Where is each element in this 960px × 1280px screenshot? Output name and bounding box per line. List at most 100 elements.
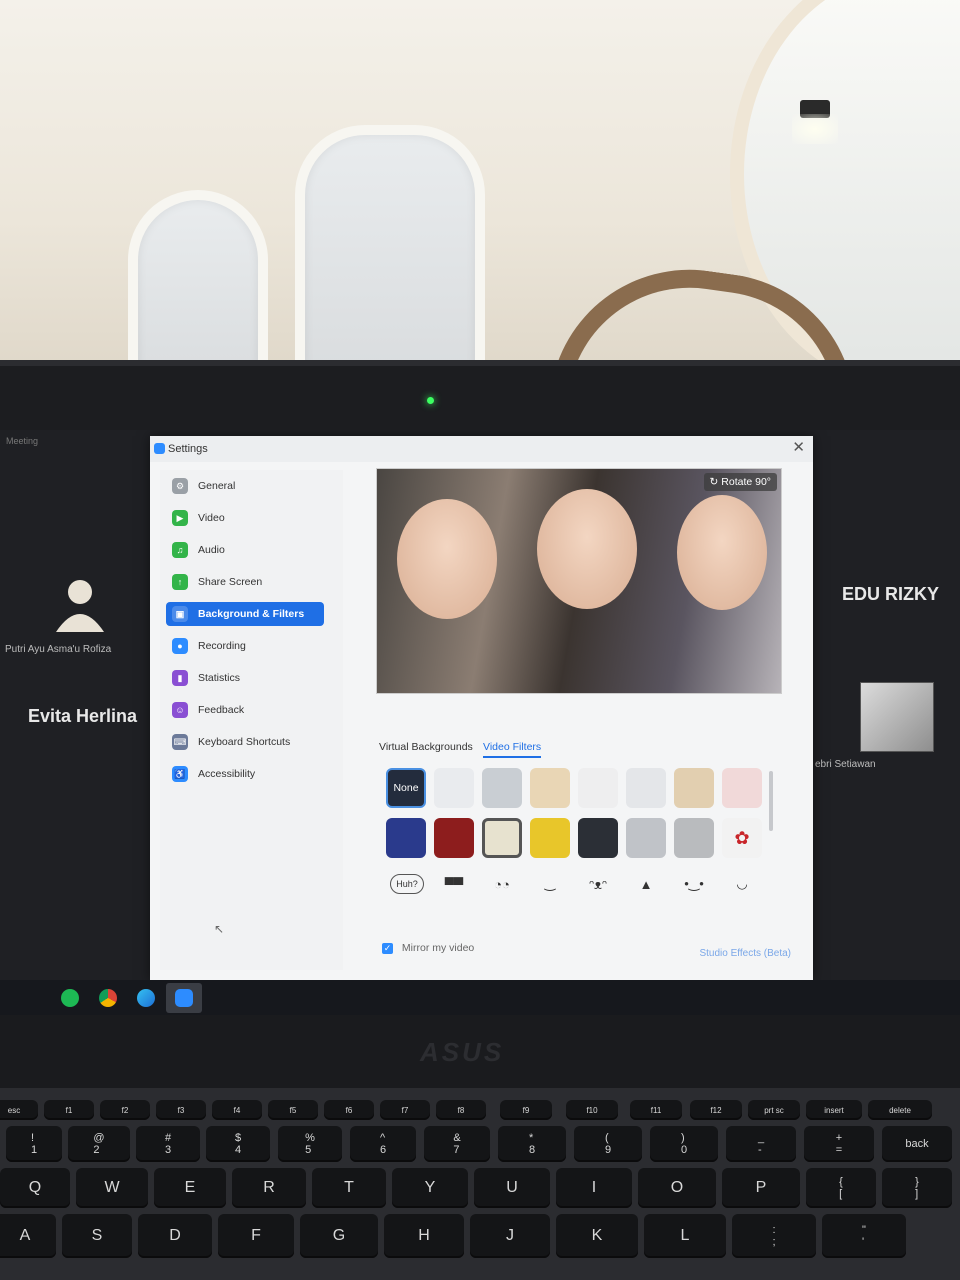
- key[interactable]: O: [638, 1168, 716, 1208]
- filter-none[interactable]: None: [386, 768, 426, 808]
- key[interactable]: f6: [324, 1100, 374, 1120]
- key[interactable]: @ 2: [68, 1126, 130, 1162]
- key[interactable]: I: [556, 1168, 632, 1208]
- person-background-icon: ▣: [172, 606, 188, 622]
- key[interactable]: { [: [806, 1168, 876, 1208]
- sidebar-item-share-screen[interactable]: ↑ Share Screen: [166, 570, 324, 594]
- key[interactable]: f8: [436, 1100, 486, 1120]
- filter-tile[interactable]: ✿: [722, 818, 762, 858]
- key[interactable]: P: [722, 1168, 800, 1208]
- key[interactable]: Q: [0, 1168, 70, 1208]
- taskbar-app-edge[interactable]: [128, 983, 164, 1013]
- key[interactable]: + =: [804, 1126, 874, 1162]
- key[interactable]: prt sc: [748, 1100, 800, 1120]
- sidebar-item-general[interactable]: ⚙ General: [166, 474, 324, 498]
- key[interactable]: delete: [868, 1100, 932, 1120]
- key[interactable]: H: [384, 1214, 464, 1258]
- sticker-face[interactable]: ◔◔: [486, 870, 518, 898]
- sidebar-item-keyboard-shortcuts[interactable]: ⌨ Keyboard Shortcuts: [166, 730, 324, 754]
- filter-tile[interactable]: [434, 818, 474, 858]
- filters-scrollbar[interactable]: [769, 771, 773, 831]
- key[interactable]: esc: [0, 1100, 38, 1120]
- key[interactable]: D: [138, 1214, 212, 1258]
- key[interactable]: ) 0: [650, 1126, 718, 1162]
- key[interactable]: ^ 6: [350, 1126, 416, 1162]
- filter-tile[interactable]: [386, 818, 426, 858]
- rotate-button[interactable]: ↻ Rotate 90°: [703, 473, 777, 491]
- filter-tile[interactable]: [674, 768, 714, 808]
- sticker-smile[interactable]: •‿•: [678, 870, 710, 898]
- key[interactable]: insert: [806, 1100, 862, 1120]
- key[interactable]: K: [556, 1214, 638, 1258]
- sidebar-item-recording[interactable]: ● Recording: [166, 634, 324, 658]
- close-icon[interactable]: ✕: [792, 438, 805, 456]
- key[interactable]: # 3: [136, 1126, 200, 1162]
- sidebar-item-label: Share Screen: [198, 576, 263, 588]
- key[interactable]: T: [312, 1168, 386, 1208]
- key[interactable]: E: [154, 1168, 226, 1208]
- key[interactable]: f4: [212, 1100, 262, 1120]
- sidebar-item-feedback[interactable]: ☺ Feedback: [166, 698, 324, 722]
- sticker-sunglasses[interactable]: ▀▀: [438, 870, 470, 898]
- key[interactable]: Y: [392, 1168, 468, 1208]
- key[interactable]: ! 1: [6, 1126, 62, 1162]
- key[interactable]: $ 4: [206, 1126, 270, 1162]
- sticker-mustache[interactable]: ‿: [534, 870, 566, 898]
- filter-tile[interactable]: [578, 768, 618, 808]
- key[interactable]: f7: [380, 1100, 430, 1120]
- tab-virtual-backgrounds[interactable]: Virtual Backgrounds: [379, 741, 473, 753]
- filter-tile[interactable]: [434, 768, 474, 808]
- sticker-chef[interactable]: ▲: [630, 870, 662, 898]
- filter-tile[interactable]: [722, 768, 762, 808]
- sidebar-item-video[interactable]: ▶ Video: [166, 506, 324, 530]
- key[interactable]: f2: [100, 1100, 150, 1120]
- filter-tile[interactable]: [578, 818, 618, 858]
- sticker-speech-bubble[interactable]: Huh?: [390, 874, 424, 894]
- filter-tile[interactable]: [530, 818, 570, 858]
- studio-effects-link[interactable]: Studio Effects (Beta): [699, 948, 791, 959]
- sticker-blush[interactable]: ◡: [726, 870, 758, 898]
- key[interactable]: F: [218, 1214, 294, 1258]
- sticker-hat[interactable]: ᵔᴥᵔ: [582, 870, 614, 898]
- key[interactable]: * 8: [498, 1126, 566, 1162]
- sidebar-item-background-filters[interactable]: ▣ Background & Filters: [166, 602, 324, 626]
- filter-tile[interactable]: [530, 768, 570, 808]
- key[interactable]: : ;: [732, 1214, 816, 1258]
- taskbar-app-chrome[interactable]: [90, 983, 126, 1013]
- key[interactable]: R: [232, 1168, 306, 1208]
- filter-tile[interactable]: [482, 818, 522, 858]
- key[interactable]: L: [644, 1214, 726, 1258]
- key[interactable]: J: [470, 1214, 550, 1258]
- key[interactable]: f9: [500, 1100, 552, 1120]
- key[interactable]: " ': [822, 1214, 906, 1258]
- key[interactable]: ( 9: [574, 1126, 642, 1162]
- tab-video-filters[interactable]: Video Filters: [483, 741, 542, 758]
- key[interactable]: f5: [268, 1100, 318, 1120]
- filter-tile[interactable]: [626, 818, 666, 858]
- key[interactable]: U: [474, 1168, 550, 1208]
- key[interactable]: % 5: [278, 1126, 342, 1162]
- key[interactable]: W: [76, 1168, 148, 1208]
- filter-tile[interactable]: [674, 818, 714, 858]
- key[interactable]: f11: [630, 1100, 682, 1120]
- key[interactable]: f1: [44, 1100, 94, 1120]
- key[interactable]: A: [0, 1214, 56, 1258]
- filter-tile[interactable]: [626, 768, 666, 808]
- taskbar-app-zoom[interactable]: [166, 983, 202, 1013]
- key[interactable]: S: [62, 1214, 132, 1258]
- key[interactable]: _ -: [726, 1126, 796, 1162]
- filter-tile[interactable]: [482, 768, 522, 808]
- key[interactable]: } ]: [882, 1168, 952, 1208]
- sidebar-item-accessibility[interactable]: ♿ Accessibility: [166, 762, 324, 786]
- key[interactable]: f12: [690, 1100, 742, 1120]
- mirror-video-checkbox[interactable]: ✓: [382, 942, 393, 954]
- key[interactable]: f10: [566, 1100, 618, 1120]
- sidebar-item-audio[interactable]: ♫ Audio: [166, 538, 324, 562]
- taskbar-app-spotify[interactable]: [52, 983, 88, 1013]
- sidebar-item-statistics[interactable]: ▮ Statistics: [166, 666, 324, 690]
- mirror-video-option[interactable]: ✓ Mirror my video: [382, 942, 474, 954]
- key[interactable]: back: [882, 1126, 952, 1162]
- key[interactable]: & 7: [424, 1126, 490, 1162]
- key[interactable]: G: [300, 1214, 378, 1258]
- key[interactable]: f3: [156, 1100, 206, 1120]
